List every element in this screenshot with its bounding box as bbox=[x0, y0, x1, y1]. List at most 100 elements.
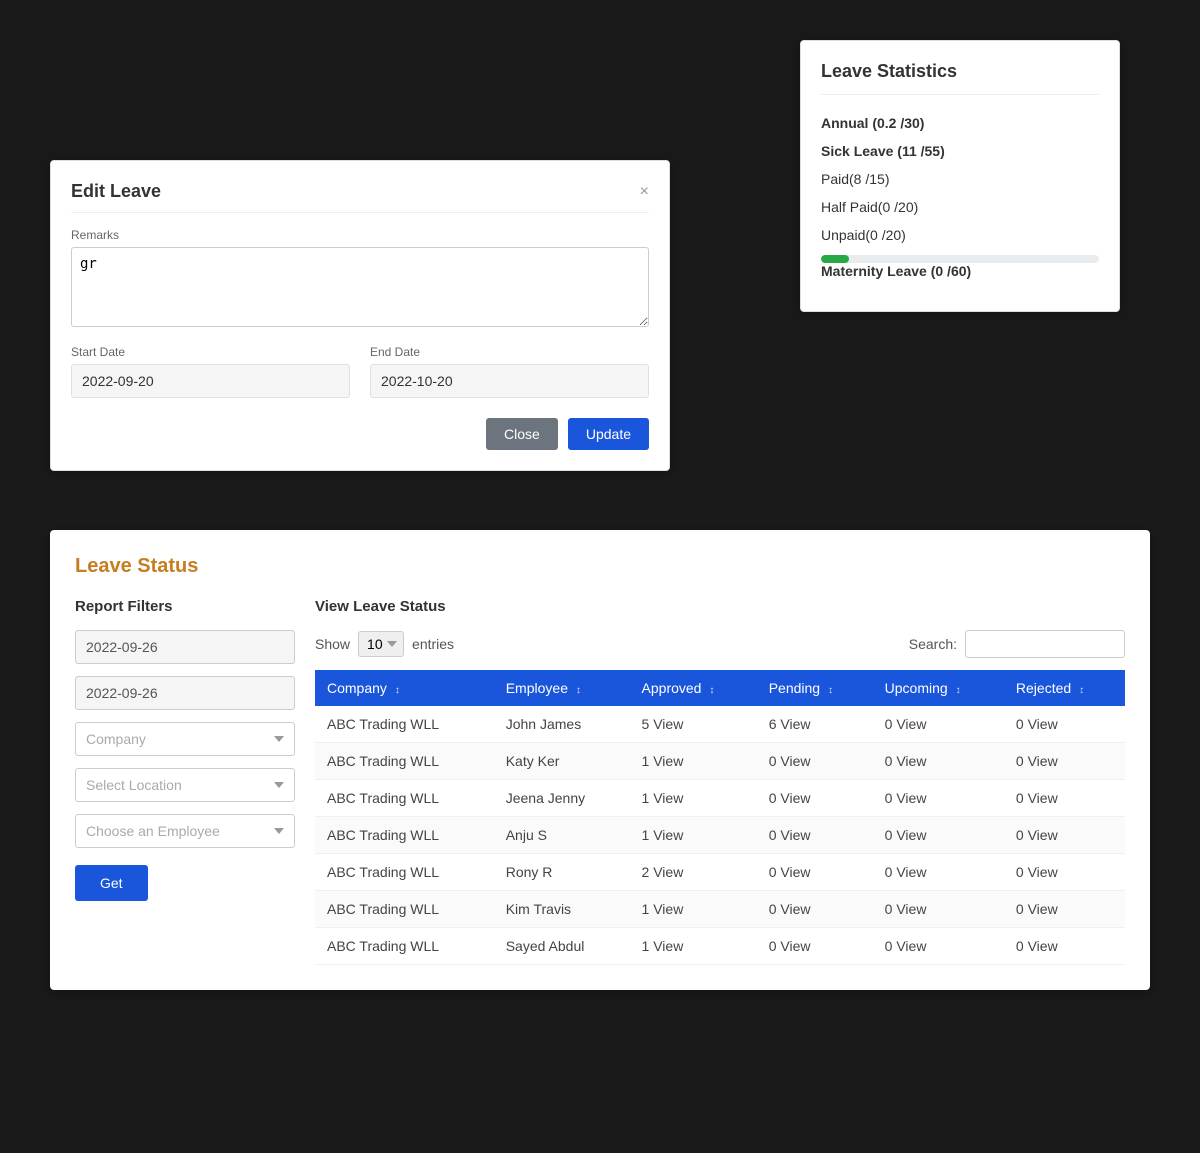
col-pending[interactable]: Pending ↕ bbox=[757, 670, 873, 706]
col-rejected[interactable]: Rejected ↕ bbox=[1004, 670, 1125, 706]
modal-footer: Close Update bbox=[71, 418, 649, 450]
cell-upcoming: 0 View bbox=[873, 854, 1004, 891]
table-row: ABC Trading WLLKim Travis1 View0 View0 V… bbox=[315, 891, 1125, 928]
stat-half-paid-label: Half Paid(0 /20) bbox=[821, 199, 1099, 215]
date-row: Start Date End Date bbox=[71, 345, 649, 398]
cell-rejected: 0 View bbox=[1004, 928, 1125, 965]
view-header: View Leave Status bbox=[315, 598, 1125, 615]
sort-icon-upcoming: ↕ bbox=[956, 685, 961, 696]
start-date-col: Start Date bbox=[71, 345, 350, 398]
cell-approved: 2 View bbox=[630, 854, 757, 891]
stat-maternity: Maternity Leave (0 /60) bbox=[821, 263, 1099, 279]
start-date-input[interactable] bbox=[71, 364, 350, 398]
cell-rejected: 0 View bbox=[1004, 743, 1125, 780]
remarks-group: Remarks gr bbox=[71, 228, 649, 330]
sort-icon-pending: ↕ bbox=[828, 685, 833, 696]
section-title: Leave Status bbox=[75, 555, 1125, 578]
table-row: ABC Trading WLLAnju S1 View0 View0 View0… bbox=[315, 817, 1125, 854]
table-row: ABC Trading WLLKaty Ker1 View0 View0 Vie… bbox=[315, 743, 1125, 780]
modal-close-icon[interactable]: × bbox=[640, 183, 649, 201]
cell-company: ABC Trading WLL bbox=[315, 854, 494, 891]
sort-icon-employee: ↕ bbox=[576, 685, 581, 696]
cell-employee: John James bbox=[494, 706, 630, 743]
col-company[interactable]: Company ↕ bbox=[315, 670, 494, 706]
stat-paid-label: Paid(8 /15) bbox=[821, 171, 1099, 187]
update-button[interactable]: Update bbox=[568, 418, 649, 450]
table-head: Company ↕ Employee ↕ Approved ↕ Pending … bbox=[315, 670, 1125, 706]
table-controls: Show 10 25 50 entries Search: bbox=[315, 630, 1125, 658]
table-row: ABC Trading WLLJeena Jenny1 View0 View0 … bbox=[315, 780, 1125, 817]
leave-stats-panel: Leave Statistics Annual (0.2 /30) Sick L… bbox=[800, 40, 1120, 312]
cell-rejected: 0 View bbox=[1004, 817, 1125, 854]
modal-header: Edit Leave × bbox=[71, 181, 649, 213]
remarks-label: Remarks bbox=[71, 228, 649, 242]
cell-rejected: 0 View bbox=[1004, 780, 1125, 817]
col-approved[interactable]: Approved ↕ bbox=[630, 670, 757, 706]
stats-list: Annual (0.2 /30) Sick Leave (11 /55) Pai… bbox=[821, 115, 1099, 279]
table-area: View Leave Status Show 10 25 50 entries … bbox=[315, 598, 1125, 965]
company-select[interactable]: Company bbox=[75, 722, 295, 756]
cell-upcoming: 0 View bbox=[873, 891, 1004, 928]
table-row: ABC Trading WLLJohn James5 View6 View0 V… bbox=[315, 706, 1125, 743]
cell-upcoming: 0 View bbox=[873, 780, 1004, 817]
cell-company: ABC Trading WLL bbox=[315, 928, 494, 965]
cell-approved: 1 View bbox=[630, 743, 757, 780]
col-employee[interactable]: Employee ↕ bbox=[494, 670, 630, 706]
table-body: ABC Trading WLLJohn James5 View6 View0 V… bbox=[315, 706, 1125, 965]
table-header-row: Company ↕ Employee ↕ Approved ↕ Pending … bbox=[315, 670, 1125, 706]
leave-table: Company ↕ Employee ↕ Approved ↕ Pending … bbox=[315, 670, 1125, 965]
entries-label: entries bbox=[412, 636, 454, 652]
show-label: Show bbox=[315, 636, 350, 652]
get-button[interactable]: Get bbox=[75, 865, 148, 901]
stats-title: Leave Statistics bbox=[821, 61, 1099, 95]
cell-employee: Sayed Abdul bbox=[494, 928, 630, 965]
sort-icon-rejected: ↕ bbox=[1079, 685, 1084, 696]
modal-title: Edit Leave bbox=[71, 181, 161, 202]
view-label: View bbox=[315, 598, 353, 615]
end-date-input[interactable] bbox=[370, 364, 649, 398]
leave-status-section: Leave Status Report Filters Company Sele… bbox=[50, 530, 1150, 990]
cell-company: ABC Trading WLL bbox=[315, 706, 494, 743]
cell-company: ABC Trading WLL bbox=[315, 780, 494, 817]
cell-company: ABC Trading WLL bbox=[315, 891, 494, 928]
cell-upcoming: 0 View bbox=[873, 928, 1004, 965]
stat-unpaid: Unpaid(0 /20) bbox=[821, 227, 1099, 243]
maternity-progress-fill bbox=[821, 255, 849, 263]
filter-date1-input[interactable] bbox=[75, 630, 295, 664]
cell-approved: 5 View bbox=[630, 706, 757, 743]
start-date-label: Start Date bbox=[71, 345, 350, 359]
cell-pending: 0 View bbox=[757, 854, 873, 891]
remarks-textarea[interactable]: gr bbox=[71, 247, 649, 327]
cell-employee: Anju S bbox=[494, 817, 630, 854]
close-button[interactable]: Close bbox=[486, 418, 558, 450]
stat-paid: Paid(8 /15) bbox=[821, 171, 1099, 187]
employee-select[interactable]: Choose an Employee bbox=[75, 814, 295, 848]
cell-approved: 1 View bbox=[630, 780, 757, 817]
cell-pending: 0 View bbox=[757, 891, 873, 928]
sort-icon-approved: ↕ bbox=[709, 685, 714, 696]
cell-company: ABC Trading WLL bbox=[315, 817, 494, 854]
stat-unpaid-label: Unpaid(0 /20) bbox=[821, 227, 1099, 243]
search-input[interactable] bbox=[965, 630, 1125, 658]
table-row: ABC Trading WLLSayed Abdul1 View0 View0 … bbox=[315, 928, 1125, 965]
content-area: Report Filters Company Select Location C… bbox=[75, 598, 1125, 965]
cell-rejected: 0 View bbox=[1004, 854, 1125, 891]
stat-sick-label: Sick Leave (11 /55) bbox=[821, 143, 1099, 159]
cell-pending: 0 View bbox=[757, 780, 873, 817]
cell-approved: 1 View bbox=[630, 928, 757, 965]
location-select[interactable]: Select Location bbox=[75, 768, 295, 802]
stat-annual: Annual (0.2 /30) bbox=[821, 115, 1099, 131]
cell-pending: 0 View bbox=[757, 928, 873, 965]
stat-sick: Sick Leave (11 /55) bbox=[821, 143, 1099, 159]
cell-approved: 1 View bbox=[630, 817, 757, 854]
cell-employee: Jeena Jenny bbox=[494, 780, 630, 817]
filter-date2-input[interactable] bbox=[75, 676, 295, 710]
col-upcoming[interactable]: Upcoming ↕ bbox=[873, 670, 1004, 706]
entries-select[interactable]: 10 25 50 bbox=[358, 631, 404, 657]
view-sub: Leave Status bbox=[353, 598, 446, 615]
cell-rejected: 0 View bbox=[1004, 706, 1125, 743]
search-label: Search: bbox=[909, 636, 957, 652]
filters-title: Report Filters bbox=[75, 598, 295, 615]
filters-sidebar: Report Filters Company Select Location C… bbox=[75, 598, 295, 965]
cell-upcoming: 0 View bbox=[873, 706, 1004, 743]
